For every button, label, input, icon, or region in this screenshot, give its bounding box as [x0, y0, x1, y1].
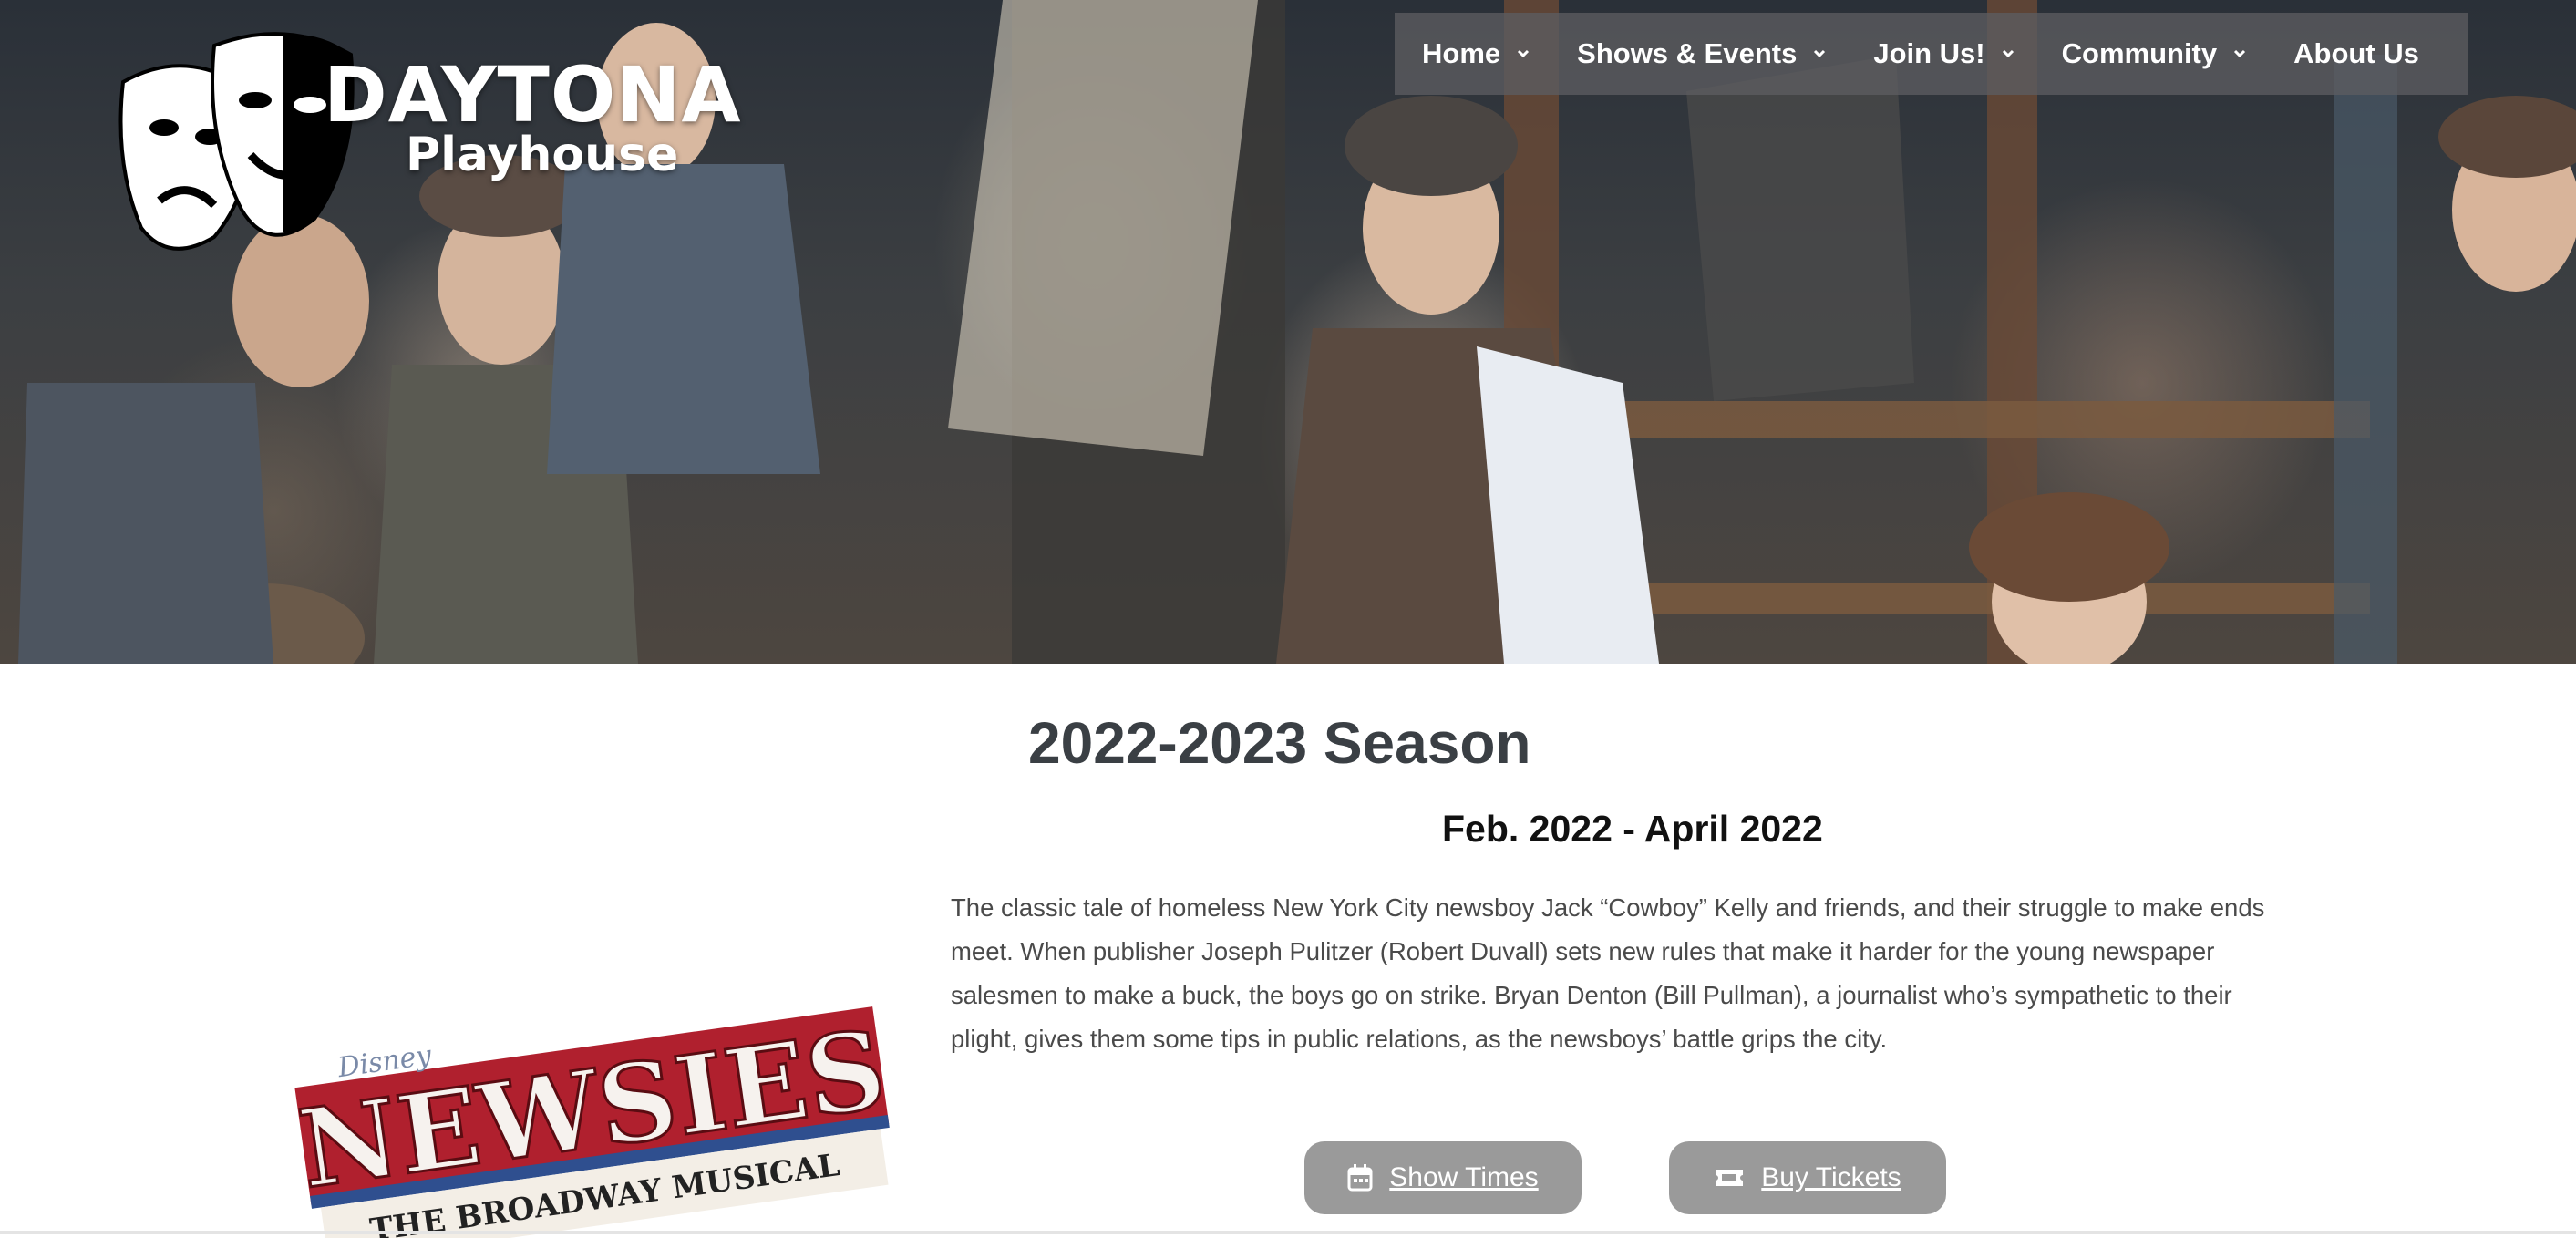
- nav-item-community[interactable]: Community: [2062, 37, 2247, 70]
- chevron-down-icon: [1814, 49, 1826, 58]
- newsies-show-logo[interactable]: Disney NEWSIES THE BROADWAY MUSICAL: [283, 974, 902, 1238]
- buy-tickets-button[interactable]: Buy Tickets: [1669, 1141, 1946, 1214]
- chevron-down-icon: [1518, 49, 1530, 58]
- logo-wordmark-playhouse: Playhouse: [406, 128, 679, 182]
- nav-item-label: Shows & Events: [1577, 37, 1798, 69]
- show-description: The classic tale of homeless New York Ci…: [951, 893, 2265, 1053]
- season-dates: Feb. 2022 - April 2022: [1442, 808, 1823, 850]
- hero-banner: DAYTONA Playhouse Home Shows & Events Jo…: [0, 0, 2576, 664]
- buy-tickets-label: Buy Tickets: [1761, 1162, 1901, 1192]
- calendar-icon: [1347, 1164, 1373, 1192]
- main-nav: Home Shows & Events Join Us! Community A…: [1395, 13, 2468, 95]
- nav-item-label: Community: [2061, 37, 2218, 69]
- site-logo[interactable]: DAYTONA Playhouse: [114, 27, 741, 273]
- chevron-down-icon: [2002, 49, 2014, 58]
- ticket-icon: [1716, 1170, 1744, 1186]
- nav-item-home[interactable]: Home: [1422, 37, 1530, 70]
- show-times-label: Show Times: [1389, 1162, 1539, 1192]
- nav-item-shows-events[interactable]: Shows & Events: [1577, 37, 1826, 70]
- nav-item-label: About Us: [2293, 37, 2419, 69]
- nav-item-about-us[interactable]: About Us: [2293, 37, 2419, 70]
- chevron-down-icon: [2234, 49, 2246, 58]
- section-divider: [0, 1231, 2576, 1234]
- season-title: 2022-2023 Season: [1028, 710, 1531, 776]
- nav-item-label: Home: [1422, 37, 1501, 69]
- season-section: 2022-2023 Season Feb. 2022 - April 2022 …: [0, 664, 2576, 1238]
- logo-wordmark-daytona: DAYTONA: [324, 50, 742, 139]
- nav-item-label: Join Us!: [1873, 37, 1985, 69]
- nav-item-join-us[interactable]: Join Us!: [1873, 37, 2014, 70]
- show-times-button[interactable]: Show Times: [1304, 1141, 1582, 1214]
